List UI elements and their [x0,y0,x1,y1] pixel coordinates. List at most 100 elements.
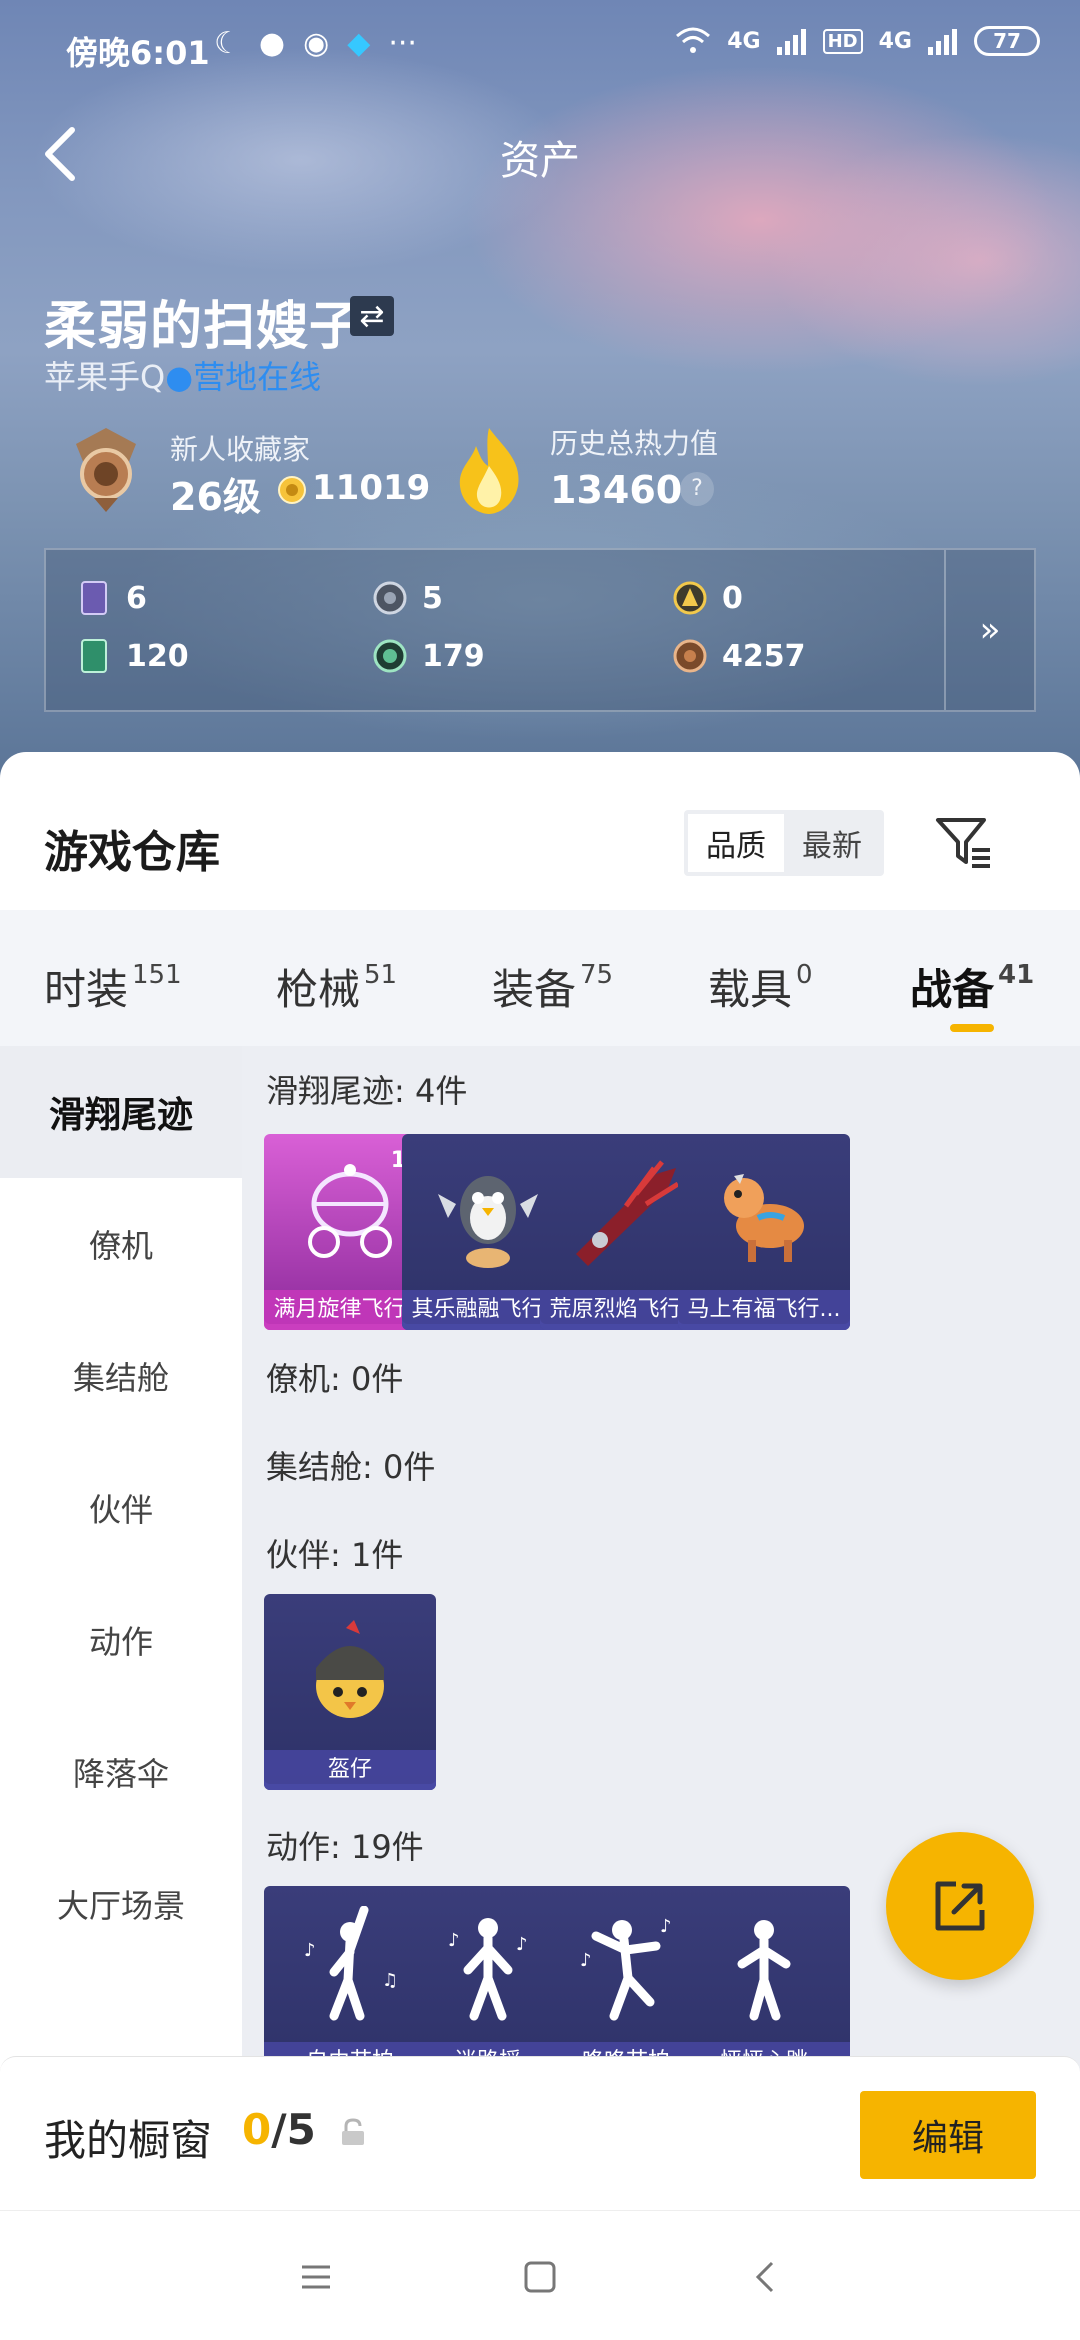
currency-item: 179 [372,638,485,674]
purple-card-icon [81,581,107,615]
green-ticket-icon [81,639,107,673]
moon-icon: ☾ [214,26,241,61]
showcase-count: 0/5 [242,2105,316,2154]
dance-pose-icon: ♪♪ [448,1918,528,2021]
tab-label: 时装 [44,965,129,1014]
tab-firearms[interactable]: 枪械 51 [276,956,397,1017]
flame-wing-icon [576,1160,680,1266]
showcase-bar: 我的橱窗 0/5 编辑 [0,2056,1080,2210]
status-system-icons: 4G HD 4G 77 [675,26,1040,56]
status-notification-icons: ☾ ● ◉ ◆ ··· [214,26,417,61]
points-badge-icon [278,476,306,504]
status-time: 傍晚6:01 [66,34,210,72]
tab-label: 装备 [492,965,577,1014]
currency-value: 4257 [722,638,806,674]
back-chevron-icon[interactable] [736,2247,796,2307]
currency-item: 4257 [672,638,806,674]
carriage-icon [308,1164,392,1258]
green-orb-icon [373,639,407,673]
group-title-wingman: 僚机: 0件 [266,1360,404,1398]
dance-pose-icon [737,1920,791,2021]
dance-pose-icon: ♪♫ [304,1906,398,2021]
item-card[interactable]: 马上有福飞行... [678,1134,850,1330]
switch-account-icon[interactable]: ⇄ [350,296,394,336]
penguin-icon [438,1176,538,1268]
collector-title: 新人收藏家 [170,433,311,466]
qq-icon: ◉ [303,26,330,61]
svg-text:♪: ♪ [448,1930,460,1951]
collector-points: 11019 [312,468,431,508]
sidebar-item-lobby-scene[interactable]: 大厅场景 [0,1838,242,1970]
network-4g-label: 4G [727,28,761,54]
sort-toggle: 品质 最新 [684,810,884,876]
currency-item: 6 [76,580,147,616]
svg-text:♫: ♫ [382,1970,398,1991]
showcase-used: 0 [242,2105,272,2154]
silver-coin-icon [373,581,407,615]
sort-quality-button[interactable]: 品质 [688,814,784,872]
hd-badge: HD [822,28,863,54]
sidebar-item-partner[interactable]: 伙伴 [0,1442,242,1574]
signal-icon-2 [928,29,957,55]
active-tab-indicator [950,1024,994,1032]
currency-panel: 6 5 0 120 179 4257 » [44,548,1036,712]
group-title-partner: 伙伴: 1件 [266,1536,404,1574]
tab-count: 41 [998,960,1035,990]
collector-level: 26级 [170,475,261,519]
qq-blue-icon: ◆ [347,26,371,61]
svg-text:♪: ♪ [580,1950,592,1971]
item-card[interactable]: 怦怦心跳 [678,1886,850,2082]
user-nickname: 柔弱的扫嫂子 [44,297,363,357]
horse-icon [724,1174,804,1262]
svg-text:♪: ♪ [304,1940,316,1961]
wechat-icon: ● [258,26,286,61]
currency-value: 6 [126,580,147,616]
tab-count: 0 [796,960,813,990]
currency-item: 120 [76,638,189,674]
currency-value: 0 [722,580,743,616]
tab-battle-prep[interactable]: 战备 41 [910,956,1034,1017]
sidebar-item-capsule[interactable]: 集结舱 [0,1310,242,1442]
sort-latest-button[interactable]: 最新 [784,814,880,872]
tab-label: 载具 [708,965,793,1014]
online-status: 营地在线 [193,358,322,396]
menu-icon[interactable] [286,2247,346,2307]
tab-equipment[interactable]: 装备 75 [492,956,613,1017]
filter-icon[interactable] [934,812,994,872]
currency-value: 179 [422,638,485,674]
battery-indicator: 77 [974,26,1040,56]
gold-token-icon [673,581,707,615]
sidebar-item-parachute[interactable]: 降落伞 [0,1706,242,1838]
warehouse-title: 游戏仓库 [44,827,220,878]
help-icon[interactable]: ? [680,472,714,506]
page-title: 资产 [500,138,580,184]
svg-text:♪: ♪ [516,1934,528,1955]
sidebar-item-emote[interactable]: 动作 [0,1574,242,1706]
asset-hero-banner: 傍晚6:01 ☾ ● ◉ ◆ ··· 4G HD 4G 77 资产 柔弱的扫嫂子… [0,0,1080,780]
tab-count: 51 [364,960,398,990]
svg-text:♪: ♪ [660,1916,672,1937]
bronze-coin-icon [673,639,707,673]
dance-pose-icon: ♪♪ [580,1916,672,2021]
lock-icon [342,2118,364,2145]
tab-fashion[interactable]: 时装 151 [44,956,182,1017]
tab-count: 151 [132,960,182,990]
share-fab-button[interactable] [886,1832,1034,1980]
showcase-total: /5 [271,2105,316,2154]
item-card[interactable]: 盔仔 [264,1594,436,1790]
sidebar-item-wingman[interactable]: 僚机 [0,1178,242,1310]
group-title-glide: 滑翔尾迹: 4件 [266,1072,468,1110]
heat-value: 13460 [550,468,683,512]
more-dots-icon: ··· [388,26,417,61]
edit-showcase-button[interactable]: 编辑 [860,2091,1036,2179]
share-export-icon [935,1881,985,1931]
group-title-capsule: 集结舱: 0件 [266,1448,436,1486]
tab-label: 战备 [910,965,995,1014]
home-square-icon[interactable] [510,2247,570,2307]
currency-more-button[interactable]: » [944,550,1034,710]
tab-vehicles[interactable]: 载具 0 [708,956,813,1017]
showcase-title: 我的橱窗 [44,2116,213,2165]
heat-label: 历史总热力值 [550,427,719,460]
online-dot-icon: ● [165,358,194,396]
sidebar-item-glide-trail[interactable]: 滑翔尾迹 [0,1046,242,1178]
